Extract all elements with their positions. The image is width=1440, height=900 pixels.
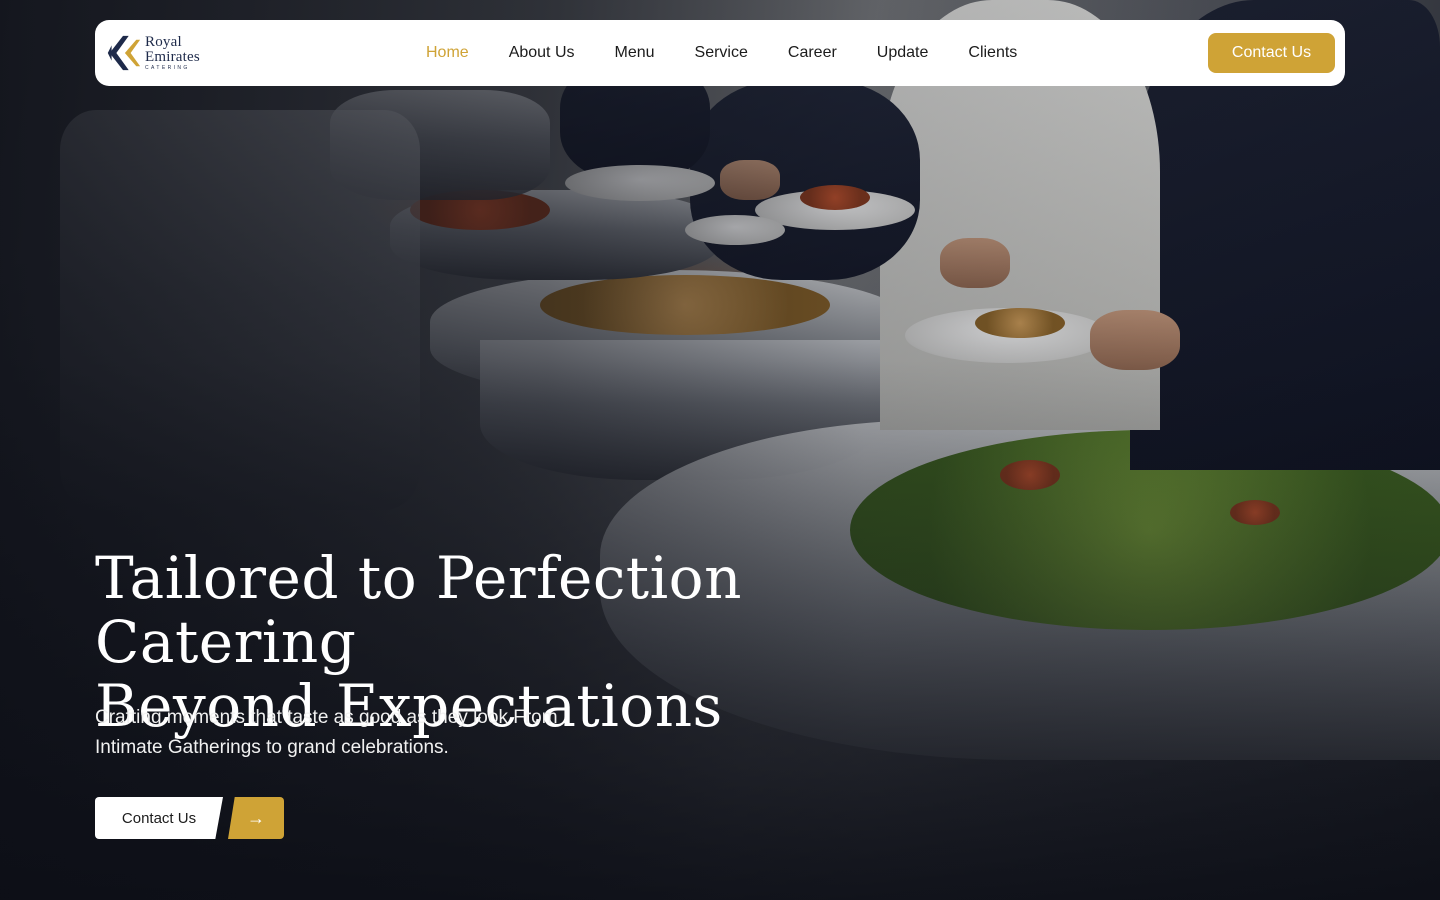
top-navigation-bar: Royal Emirates CATERING Home About Us Me…	[95, 20, 1345, 86]
nav-item-update[interactable]: Update	[877, 44, 929, 62]
hero-subtext-line1: Crafting moments that taste as good as t…	[95, 707, 558, 728]
hero-contact-button[interactable]: Contact Us	[95, 797, 223, 839]
nav-contact-button[interactable]: Contact Us	[1208, 33, 1335, 73]
logo-mark-icon	[107, 35, 141, 71]
hero-overlay	[0, 0, 1440, 900]
nav-item-career[interactable]: Career	[788, 44, 837, 62]
hero-background-image	[0, 0, 1440, 900]
logo-tagline: CATERING	[145, 65, 190, 71]
arrow-right-icon[interactable]: →	[228, 797, 284, 839]
nav-item-clients[interactable]: Clients	[968, 44, 1017, 62]
nav-item-about-us[interactable]: About Us	[509, 44, 575, 62]
nav-item-menu[interactable]: Menu	[615, 44, 655, 62]
hero-subtext: Crafting moments that taste as good as t…	[95, 703, 595, 763]
brand-logo[interactable]: Royal Emirates CATERING	[104, 33, 214, 73]
logo-wordmark: Royal Emirates CATERING	[145, 35, 200, 71]
logo-name-line2: Emirates	[145, 49, 200, 65]
nav-item-service[interactable]: Service	[695, 44, 748, 62]
logo-name-line1: Royal	[145, 34, 182, 50]
hero-subtext-line2: Intimate Gatherings to grand celebration…	[95, 737, 449, 758]
hero-cta-group: Contact Us →	[95, 797, 284, 839]
hero-headline-line1: Tailored to Perfection Catering	[95, 544, 742, 676]
nav-item-home[interactable]: Home	[426, 44, 469, 62]
main-nav: Home About Us Menu Service Career Update…	[426, 20, 1057, 86]
